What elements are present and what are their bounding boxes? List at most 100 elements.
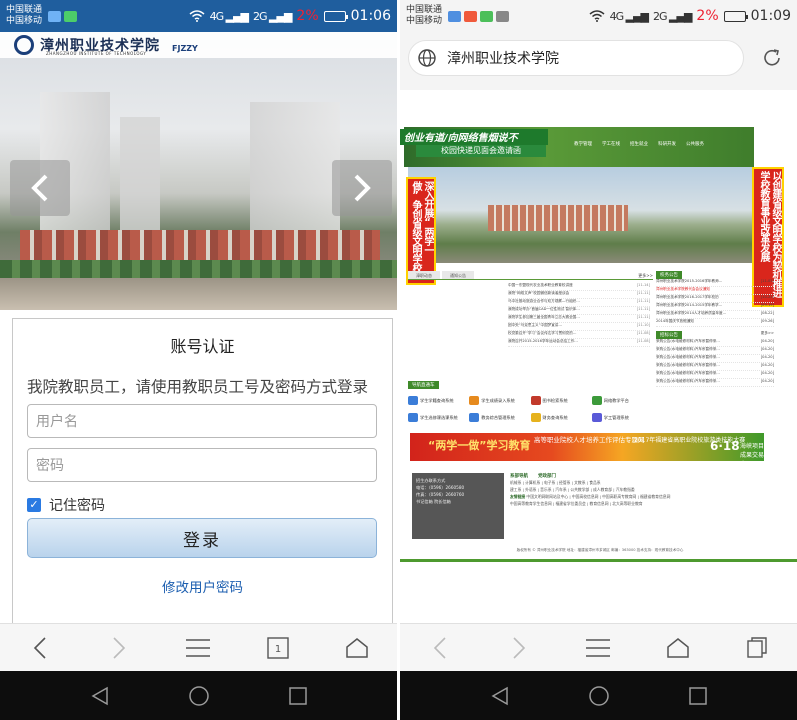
menu-button[interactable]: [178, 628, 218, 668]
notice-item[interactable]: 漳州职业技术学院2015-2016学年教师… [11-03]: [656, 279, 774, 287]
notice-item[interactable]: 漳州职业技术学院2014人才培养质量年度… [08-22]: [656, 311, 774, 319]
quick-link[interactable]: 学生选修课选课系统: [408, 413, 469, 422]
vertical-banner-left[interactable]: 深入开展“两学一做”争创省级文明学校: [406, 177, 436, 285]
quick-link[interactable]: 图书检索系统: [530, 396, 592, 405]
back-button[interactable]: [420, 628, 460, 668]
campus-slideshow: 漳州职业技术学院 ZHANGZHOU INSTITUTE OF TECHNOLO…: [0, 32, 397, 310]
slogan-sub-banner[interactable]: 校园快递见面会邀请函: [416, 145, 546, 157]
system-icon: [408, 413, 418, 422]
recent-square-icon: [688, 686, 707, 705]
nav-item[interactable]: 招生就业: [630, 141, 648, 147]
footer-row[interactable]: 机械系 | 计算机系 | 电子系 | 经管系 | 文教系 | 食品系: [510, 479, 764, 486]
chevron-right-icon: [354, 174, 371, 202]
tabs-button[interactable]: 1: [258, 628, 298, 668]
contact-box: 招生办联系方式 电话：（0596）2660580 传真：（0596）266076…: [412, 473, 504, 539]
news-item[interactable]: 马中社推动旅游业合作与双方观察—行组织… [11-11]: [508, 299, 650, 307]
recruit-item[interactable]: 采购公告(水电维修材料)汽车系暂停采… [04-20]: [656, 371, 774, 379]
wifi-icon: [589, 10, 605, 22]
system-recents-button[interactable]: [678, 676, 718, 716]
system-back-button[interactable]: [480, 676, 520, 716]
quick-link[interactable]: 网络教学平台: [591, 396, 653, 405]
notice-item[interactable]: 漳州职业技术学院2016-2017学年校历 [10-23]: [656, 295, 774, 303]
notice-item[interactable]: 2014年国庆节放假通知 [09-26]: [656, 319, 774, 327]
news-more-link[interactable]: 更多>>: [638, 271, 653, 279]
home-button[interactable]: [658, 628, 698, 668]
recruit-item[interactable]: 采购公告(水电维修材料)汽车系暂停采… [04-20]: [656, 379, 774, 387]
news-item[interactable]: 我院召开2015-2016学年运动会总结工作… [11-08]: [508, 339, 650, 347]
news-item[interactable]: 我院“网络文声”校园微信新读者座谈会 [11-11]: [508, 291, 650, 299]
password-input[interactable]: 密码: [27, 448, 377, 482]
recruit-item-title: 采购公告(水电维修材料)汽车系暂停采…: [656, 355, 720, 359]
back-triangle-icon: [90, 686, 108, 705]
notice-item-title: 漳州职业技术学院教代会会议通知: [656, 287, 710, 291]
right-phone-screen: 中国联通 中国移动 4G ▂▄▆ 2G ▂▄▆ 2% 01:09 漳州职业技术学…: [400, 0, 797, 720]
wechat-icon: [64, 10, 78, 22]
remember-checkbox[interactable]: ✓: [27, 498, 41, 512]
tab-news[interactable]: 漳职动态: [408, 271, 440, 279]
slide-prev-button[interactable]: [10, 160, 70, 216]
forward-button[interactable]: [99, 628, 139, 668]
notice-item[interactable]: 漳州职业技术学院2014-2015学年教学… [09-19]: [656, 303, 774, 311]
forward-button[interactable]: [499, 628, 539, 668]
news-item-title: 中国一东盟现代农业技术职业教育校讲座: [508, 283, 573, 287]
nav-item[interactable]: 公共服务: [686, 141, 704, 147]
remember-password[interactable]: ✓ 记住密码: [27, 495, 105, 515]
footer-row[interactable]: 中国高等教育学生信息网 | 福建省学位委员会 | 教育信息网 | 北大高等职业教…: [510, 500, 764, 507]
news-item[interactable]: 中国一东盟现代农业技术职业教育校讲座 [11-14]: [508, 283, 650, 291]
promo-banner[interactable]: “两学一做”学习教育 高等职业院校人才培养工作评估专题网 2017年福建省高职业…: [410, 433, 764, 468]
tab-notices[interactable]: 通知公告: [442, 271, 474, 279]
slide-next-button[interactable]: [332, 160, 392, 216]
url-field[interactable]: 漳州职业技术学院: [408, 40, 744, 76]
quick-link[interactable]: 学生成绩录入系统: [469, 396, 530, 405]
news-item-title: 校党委召开“学习”会议传达学习贯彻党的…: [508, 331, 577, 335]
recruit-item[interactable]: 采购公告(水电维修材料)汽车系暂停采… [04-20]: [656, 355, 774, 363]
news-item[interactable]: 我院学生参加第三届全国青年立志大赛全国… [11-11]: [508, 315, 650, 323]
tabs-button[interactable]: [737, 628, 777, 668]
system-back-button[interactable]: [80, 676, 120, 716]
login-card: 账号认证 我院教职员工，请使用教职员工号及密码方式登录 用户名 密码 ✓ 记住密…: [12, 318, 393, 623]
reload-icon[interactable]: [761, 47, 783, 69]
notice-item-date: [11-03]: [760, 279, 774, 283]
notice-item[interactable]: 漳州职业技术学院教代会会议通知 [10-26]: [656, 287, 774, 295]
news-item[interactable]: 我院成功举办“首届CAD一位性测试 智识体… [11-11]: [508, 307, 650, 315]
quick-link[interactable]: 学生学籍查询系统: [408, 396, 469, 405]
chevron-left-icon: [31, 174, 48, 202]
quick-link[interactable]: 教务综合管理系统: [469, 413, 530, 422]
news-item[interactable]: 团中央“马克思主义”中国梦宣讲… [11-10]: [508, 323, 650, 331]
recruit-more-link[interactable]: 更多>>: [761, 331, 774, 339]
login-button[interactable]: 登录: [27, 518, 377, 558]
quick-link[interactable]: 学工管理系统: [591, 413, 653, 422]
menu-button[interactable]: [578, 628, 618, 668]
system-home-button[interactable]: [579, 676, 619, 716]
quick-link[interactable]: 财务查询系统: [530, 413, 592, 422]
contact-mailboxes[interactable]: 书记信箱 院长信箱: [416, 498, 500, 505]
home-button[interactable]: [337, 628, 377, 668]
system-icon: [469, 413, 480, 422]
nav-item[interactable]: 科研开发: [658, 141, 676, 147]
username-input[interactable]: 用户名: [27, 404, 377, 438]
footer-row[interactable]: 中国文明网联网站及中心 | 中国高校信息网 | 中国高职高专教育网 | 福建省教…: [526, 494, 670, 499]
change-password-link[interactable]: 修改用户密码: [13, 576, 392, 596]
slogan-banner[interactable]: 创业有道/向网络售烟说不: [400, 129, 548, 145]
nav-item[interactable]: 学工在线: [602, 141, 620, 147]
system-icon: [530, 396, 541, 405]
news-item-date: [11-08]: [636, 331, 650, 335]
footer-row[interactable]: 建工系 | 外语系 | 音乐系 | 汽车系 | 公共教学部 | 成人教育部 | …: [510, 486, 764, 493]
recruit-item-title: 采购公告(水电维修材料)汽车系暂停采…: [656, 379, 720, 383]
recruit-item[interactable]: 采购公告(水电维修材料)汽车系暂停采… [04-20]: [656, 363, 774, 371]
recruit-item[interactable]: 采购公告(水电维修材料)汽车系暂停采… [04-20]: [656, 339, 774, 347]
quick-link-label: 学生学籍查询系统: [420, 397, 454, 403]
signal-2: 2G ▂▄▆: [253, 9, 292, 23]
back-button[interactable]: [20, 628, 60, 668]
news-item[interactable]: 校党委召开“学习”会议传达学习贯彻党的… [11-08]: [508, 331, 650, 339]
nav-item[interactable]: 教学管理: [574, 141, 592, 147]
recruit-item-title: 采购公告(水电维修材料)汽车系暂停采…: [656, 363, 720, 367]
shield-icon: [480, 10, 494, 22]
page-title: 漳州职业技术学院: [447, 51, 559, 67]
recruit-item[interactable]: 采购公告(水电维修材料)汽车系暂停采… [04-20]: [656, 347, 774, 355]
recruit-item-date: [04-20]: [760, 363, 774, 367]
home-icon: [667, 637, 689, 658]
battery-percent: 2%: [696, 8, 719, 24]
system-recents-button[interactable]: [278, 676, 318, 716]
system-home-button[interactable]: [179, 676, 219, 716]
